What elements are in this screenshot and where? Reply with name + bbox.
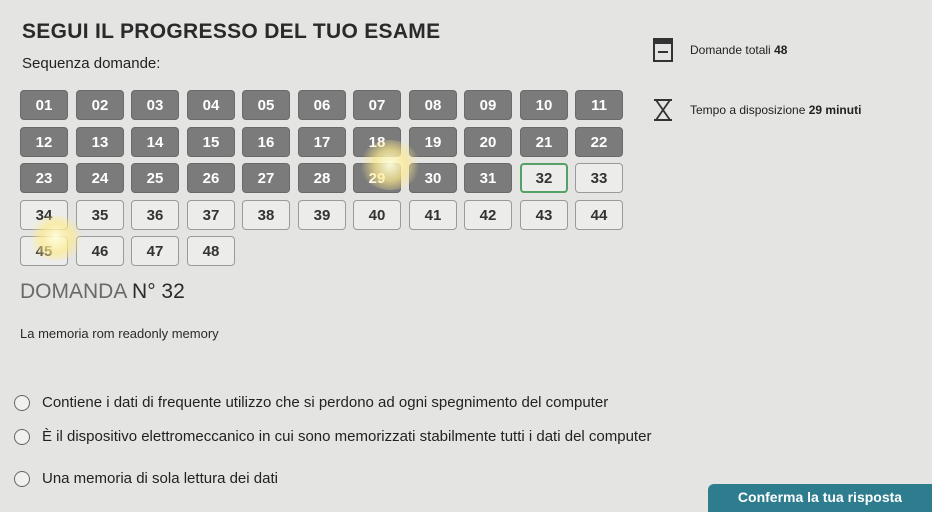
question-button-25[interactable]: 25 xyxy=(131,163,179,193)
radio-button[interactable] xyxy=(14,428,30,445)
question-button-21[interactable]: 21 xyxy=(520,127,568,157)
question-button-28[interactable]: 28 xyxy=(298,163,346,193)
question-button-14[interactable]: 14 xyxy=(131,127,179,157)
question-button-04[interactable]: 04 xyxy=(187,90,235,120)
question-button-06[interactable]: 06 xyxy=(298,90,346,120)
question-button-31[interactable]: 31 xyxy=(464,163,512,193)
question-button-43[interactable]: 43 xyxy=(520,200,568,230)
hourglass-icon xyxy=(654,99,672,121)
question-title-prefix: DOMANDA xyxy=(20,280,127,303)
question-button-09[interactable]: 09 xyxy=(464,90,512,120)
question-button-33[interactable]: 33 xyxy=(575,163,623,193)
answer-option-3[interactable]: Una memoria di sola lettura dei dati xyxy=(14,470,278,487)
question-button-30[interactable]: 30 xyxy=(409,163,457,193)
question-button-40[interactable]: 40 xyxy=(353,200,401,230)
question-button-36[interactable]: 36 xyxy=(131,200,179,230)
answer-option-label: Una memoria di sola lettura dei dati xyxy=(42,470,278,487)
answer-option-label: Contiene i dati di frequente utilizzo ch… xyxy=(42,394,609,411)
radio-button[interactable] xyxy=(14,470,30,487)
question-button-42[interactable]: 42 xyxy=(464,200,512,230)
answer-option-label: È il dispositivo elettromeccanico in cui… xyxy=(42,428,652,445)
question-button-08[interactable]: 08 xyxy=(409,90,457,120)
question-button-41[interactable]: 41 xyxy=(409,200,457,230)
question-button-11[interactable]: 11 xyxy=(575,90,623,120)
question-button-34[interactable]: 34 xyxy=(20,200,68,230)
page-title: SEGUI IL PROGRESSO DEL TUO ESAME xyxy=(22,20,441,43)
question-button-32[interactable]: 32 xyxy=(520,163,568,193)
answer-option-1[interactable]: Contiene i dati di frequente utilizzo ch… xyxy=(14,394,608,411)
question-button-20[interactable]: 20 xyxy=(464,127,512,157)
question-button-47[interactable]: 47 xyxy=(131,236,179,266)
total-questions-label: Domande totali xyxy=(690,43,771,57)
question-button-15[interactable]: 15 xyxy=(187,127,235,157)
question-button-24[interactable]: 24 xyxy=(76,163,124,193)
sequence-label: Sequenza domande: xyxy=(22,55,161,72)
document-icon xyxy=(653,38,673,62)
question-button-37[interactable]: 37 xyxy=(187,200,235,230)
question-button-38[interactable]: 38 xyxy=(242,200,290,230)
total-questions-value: 48 xyxy=(774,43,788,57)
question-number: N° 32 xyxy=(132,280,185,303)
question-button-48[interactable]: 48 xyxy=(187,236,235,266)
question-title: DOMANDA N° 32 xyxy=(20,280,185,304)
question-button-35[interactable]: 35 xyxy=(76,200,124,230)
question-button-13[interactable]: 13 xyxy=(76,127,124,157)
question-button-39[interactable]: 39 xyxy=(298,200,346,230)
time-value: 29 minuti xyxy=(808,103,862,117)
question-button-01[interactable]: 01 xyxy=(20,90,68,120)
question-button-27[interactable]: 27 xyxy=(242,163,290,193)
question-button-07[interactable]: 07 xyxy=(353,90,401,120)
question-button-23[interactable]: 23 xyxy=(20,163,68,193)
question-button-18[interactable]: 18 xyxy=(353,127,401,157)
question-button-45[interactable]: 45 xyxy=(20,236,68,266)
question-button-16[interactable]: 16 xyxy=(242,127,290,157)
radio-button[interactable] xyxy=(14,394,30,411)
question-button-29[interactable]: 29 xyxy=(353,163,401,193)
question-button-22[interactable]: 22 xyxy=(575,127,623,157)
question-button-12[interactable]: 12 xyxy=(20,127,68,157)
question-button-03[interactable]: 03 xyxy=(131,90,179,120)
total-questions-info: Domande totali 48 xyxy=(652,38,787,62)
question-button-19[interactable]: 19 xyxy=(409,127,457,157)
question-button-26[interactable]: 26 xyxy=(187,163,235,193)
question-button-02[interactable]: 02 xyxy=(76,90,124,120)
time-label: Tempo a disposizione xyxy=(690,103,806,117)
question-button-44[interactable]: 44 xyxy=(575,200,623,230)
time-info: Tempo a disposizione 29 minuti xyxy=(652,98,861,122)
answer-option-2[interactable]: È il dispositivo elettromeccanico in cui… xyxy=(14,428,651,445)
question-button-05[interactable]: 05 xyxy=(242,90,290,120)
question-text: La memoria rom readonly memory xyxy=(20,326,219,341)
question-button-46[interactable]: 46 xyxy=(76,236,124,266)
question-button-10[interactable]: 10 xyxy=(520,90,568,120)
question-button-17[interactable]: 17 xyxy=(298,127,346,157)
